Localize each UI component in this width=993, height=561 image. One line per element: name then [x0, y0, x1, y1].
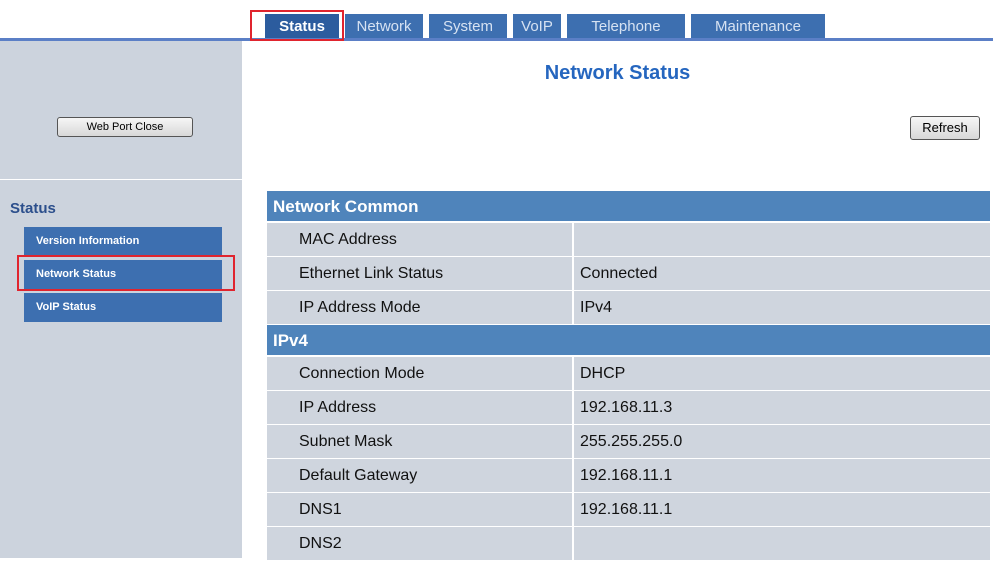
table-row: Ethernet Link Status Connected	[267, 257, 990, 291]
row-label: MAC Address	[267, 223, 574, 256]
table-row: IP Address Mode IPv4	[267, 291, 990, 325]
row-value: 192.168.11.1	[574, 459, 990, 492]
row-label: Connection Mode	[267, 357, 574, 390]
table-row: DNS1 192.168.11.1	[267, 493, 990, 527]
sidebar-section-title: Status	[10, 200, 56, 217]
sidebar-top-panel	[0, 41, 242, 179]
sidebar-item-voip-status[interactable]: VoIP Status	[24, 293, 222, 322]
row-value: DHCP	[574, 357, 990, 390]
row-label: DNS2	[267, 527, 574, 560]
tab-telephone[interactable]: Telephone	[567, 14, 685, 38]
table-row: MAC Address	[267, 223, 990, 257]
row-label: Ethernet Link Status	[267, 257, 574, 290]
table-row: IP Address 192.168.11.3	[267, 391, 990, 425]
top-tab-bar: Status Network System VoIP Telephone Mai…	[0, 0, 993, 41]
table-row: DNS2	[267, 527, 990, 561]
row-label: IP Address Mode	[267, 291, 574, 324]
row-value	[574, 527, 990, 560]
table-row: Connection Mode DHCP	[267, 357, 990, 391]
tab-voip[interactable]: VoIP	[513, 14, 561, 38]
row-value: Connected	[574, 257, 990, 290]
row-value: 255.255.255.0	[574, 425, 990, 458]
tab-system[interactable]: System	[429, 14, 507, 38]
row-label: DNS1	[267, 493, 574, 526]
page-title: Network Status	[544, 62, 691, 84]
table-row: Default Gateway 192.168.11.1	[267, 459, 990, 493]
row-value: 192.168.11.3	[574, 391, 990, 424]
tab-list: Status Network System VoIP Telephone Mai…	[265, 14, 831, 38]
tab-network[interactable]: Network	[345, 14, 423, 38]
row-label: Default Gateway	[267, 459, 574, 492]
refresh-button[interactable]: Refresh	[910, 116, 980, 140]
row-value: IPv4	[574, 291, 990, 324]
network-status-table: Network Common MAC Address Ethernet Link…	[267, 191, 990, 561]
sidebar-item-network-status[interactable]: Network Status	[24, 260, 222, 289]
sidebar-item-version-information[interactable]: Version Information	[24, 227, 222, 256]
section-header-ipv4: IPv4	[267, 325, 990, 357]
row-label: Subnet Mask	[267, 425, 574, 458]
tab-status[interactable]: Status	[265, 14, 339, 38]
row-label: IP Address	[267, 391, 574, 424]
tab-maintenance[interactable]: Maintenance	[691, 14, 825, 38]
row-value: 192.168.11.1	[574, 493, 990, 526]
web-port-close-button[interactable]: Web Port Close	[57, 117, 193, 137]
table-row: Subnet Mask 255.255.255.0	[267, 425, 990, 459]
section-header-network-common: Network Common	[267, 191, 990, 223]
row-value	[574, 223, 990, 256]
